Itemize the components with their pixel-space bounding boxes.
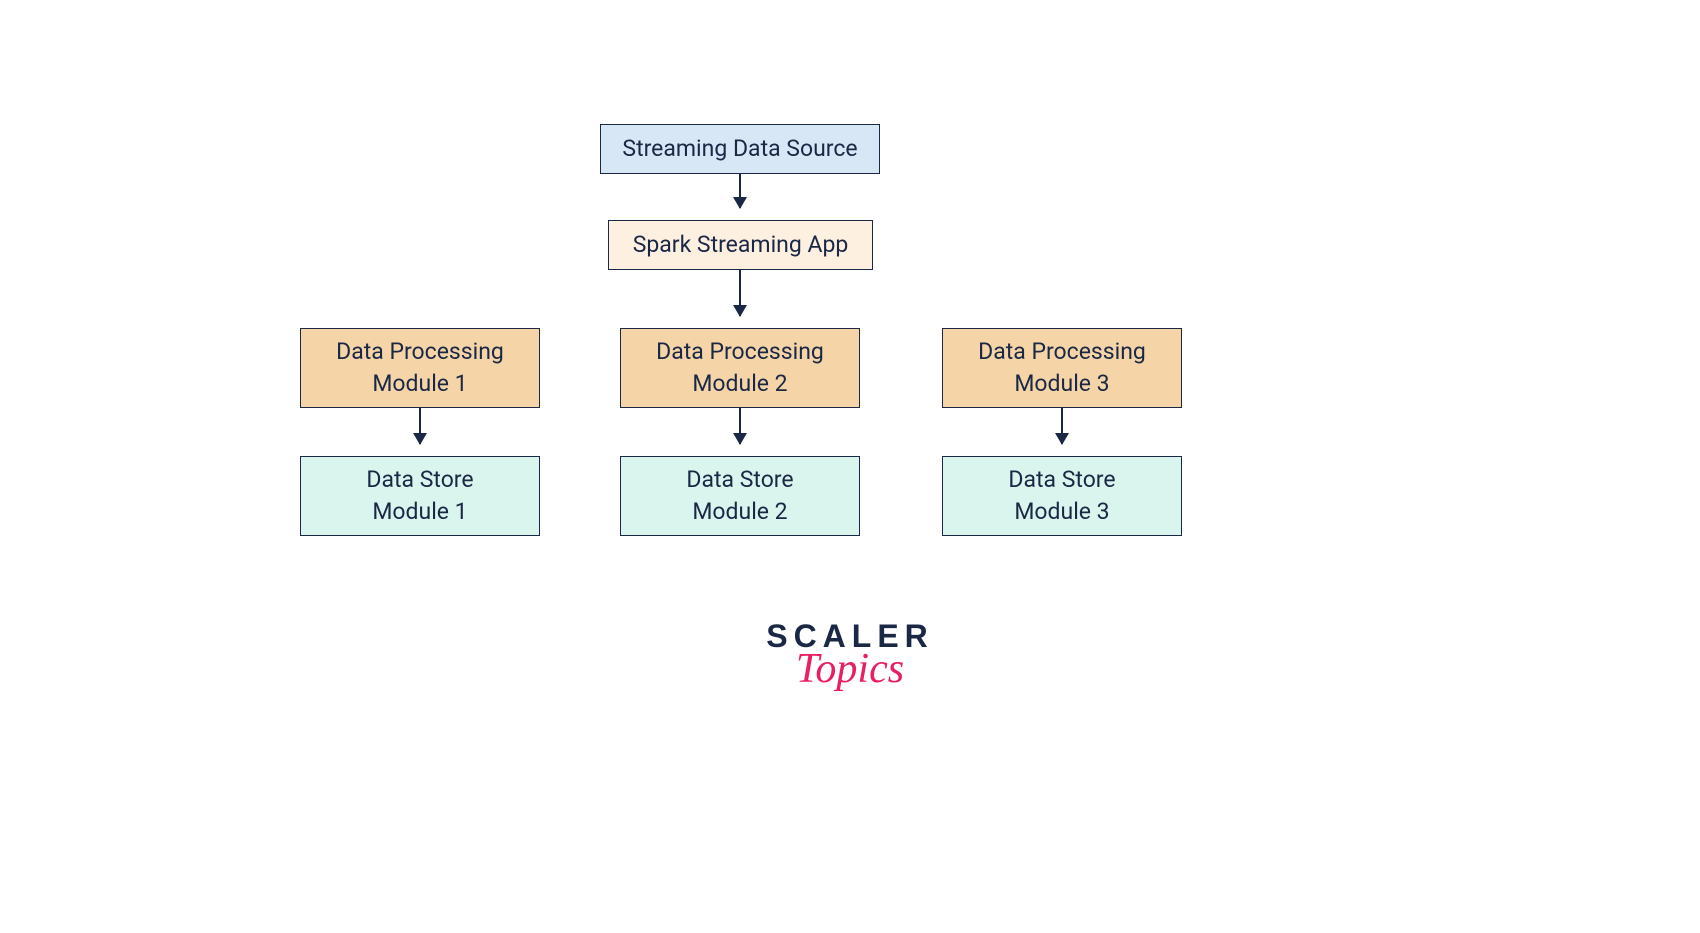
node-streaming-data-source: Streaming Data Source: [600, 124, 880, 174]
node-label: Data Processing Module 1: [336, 336, 504, 400]
node-data-processing-2: Data Processing Module 2: [620, 328, 860, 408]
node-data-store-2: Data Store Module 2: [620, 456, 860, 536]
node-data-store-1: Data Store Module 1: [300, 456, 540, 536]
node-label: Data Store Module 2: [686, 464, 793, 528]
node-label: Streaming Data Source: [622, 133, 857, 165]
node-label: Spark Streaming App: [633, 229, 849, 261]
logo: SCALER Topics: [766, 618, 934, 693]
node-data-store-3: Data Store Module 3: [942, 456, 1182, 536]
arrow-icon: [1061, 408, 1063, 444]
arrow-icon: [419, 408, 421, 444]
diagram-container: Streaming Data Source Spark Streaming Ap…: [0, 0, 1700, 933]
arrow-icon: [739, 408, 741, 444]
node-data-processing-3: Data Processing Module 3: [942, 328, 1182, 408]
arrow-icon: [739, 174, 741, 208]
node-spark-streaming-app: Spark Streaming App: [608, 220, 873, 270]
node-label: Data Processing Module 3: [978, 336, 1146, 400]
arrow-icon: [739, 270, 741, 316]
node-data-processing-1: Data Processing Module 1: [300, 328, 540, 408]
node-label: Data Store Module 3: [1008, 464, 1115, 528]
node-label: Data Store Module 1: [366, 464, 473, 528]
node-label: Data Processing Module 2: [656, 336, 824, 400]
